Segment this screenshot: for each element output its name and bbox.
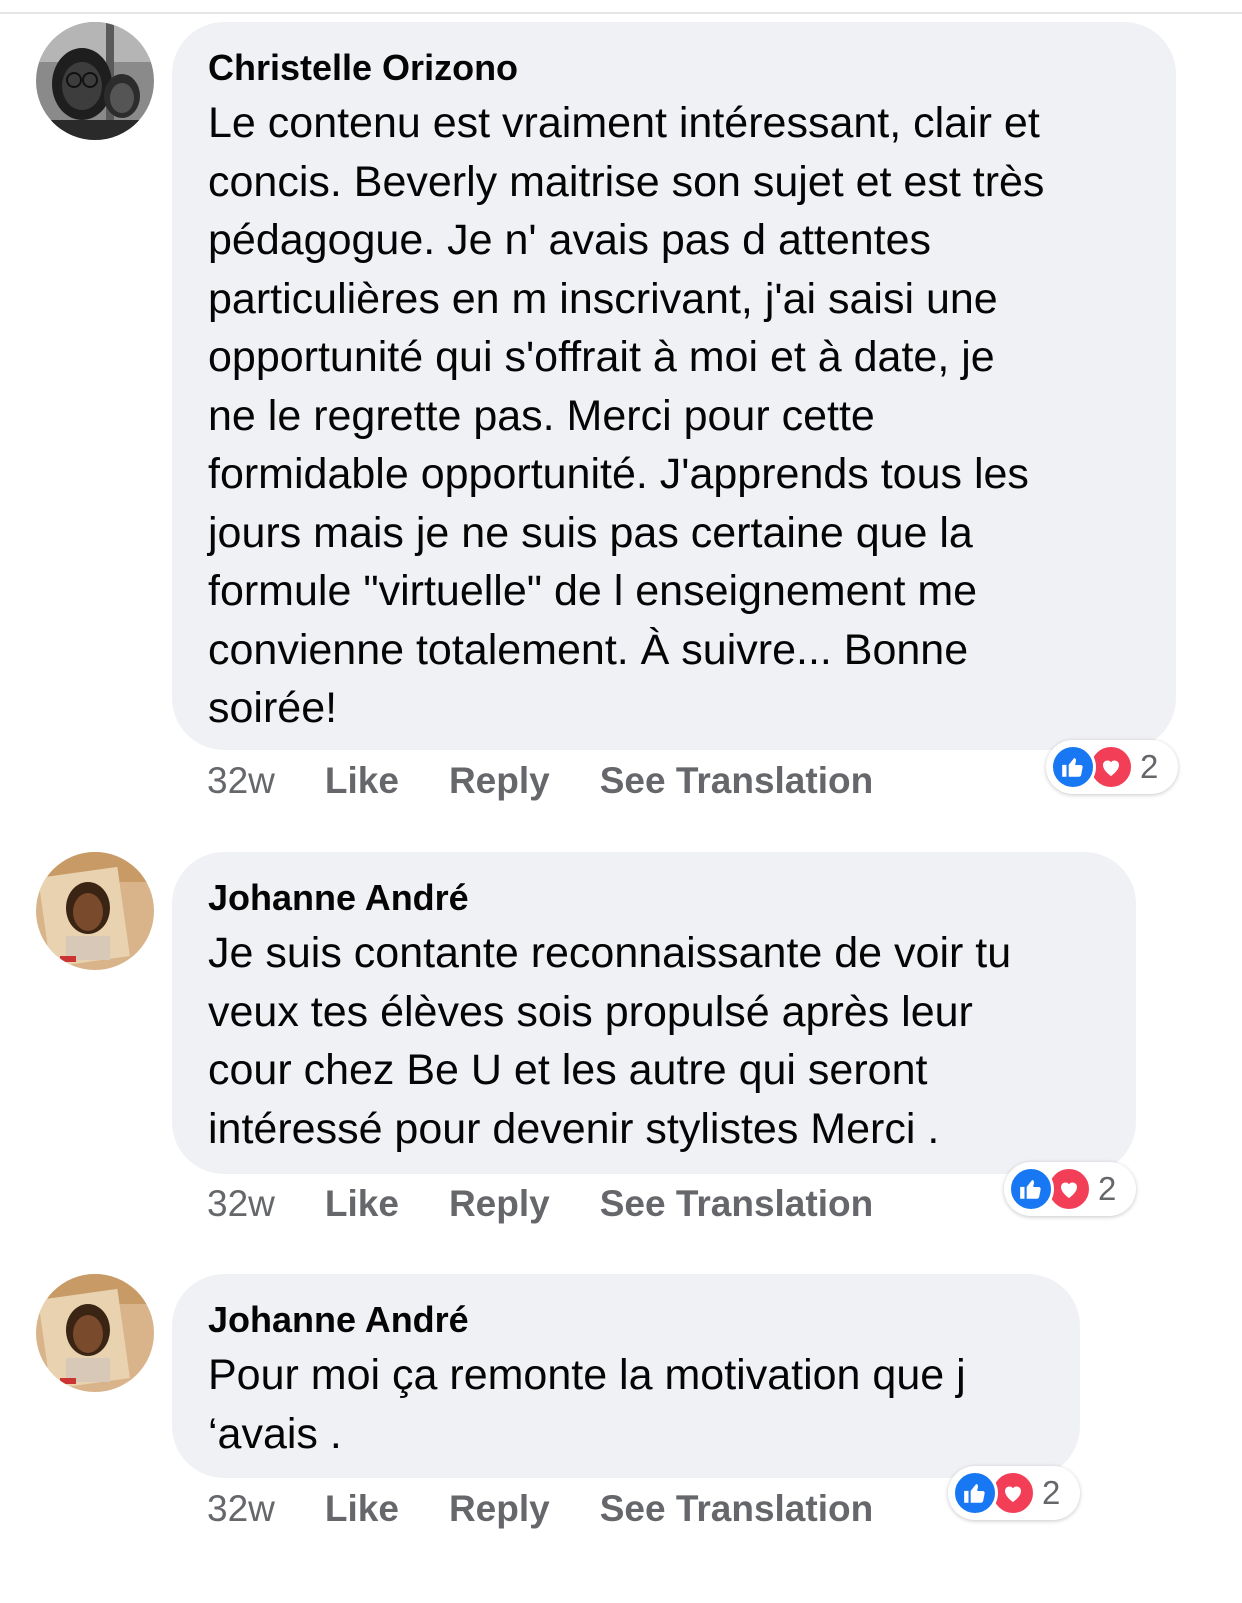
avatar[interactable] <box>36 1274 154 1392</box>
avatar[interactable] <box>36 22 154 140</box>
avatar[interactable] <box>36 852 154 970</box>
like-icon <box>952 1470 998 1516</box>
reply-button[interactable]: Reply <box>449 1183 550 1225</box>
comment-author[interactable]: Christelle Orizono <box>208 48 1146 88</box>
like-icon <box>1008 1166 1054 1212</box>
reaction-summary[interactable]: 2 <box>1004 1162 1136 1216</box>
comment-author[interactable]: Johanne André <box>208 1300 1050 1340</box>
reaction-count: 2 <box>1042 1474 1061 1511</box>
comment-actions: 32w Like Reply See Translation <box>207 1179 923 1229</box>
comment-text: Pour moi ça remonte la motivation que j … <box>208 1351 966 1458</box>
comment-author[interactable]: Johanne André <box>208 878 1106 918</box>
like-button[interactable]: Like <box>325 1183 399 1225</box>
reaction-summary[interactable]: 2 <box>948 1466 1080 1520</box>
like-icon <box>1050 744 1096 790</box>
see-translation-button[interactable]: See Translation <box>600 1488 874 1530</box>
comment-text: Le contenu est vraiment intéressant, cla… <box>208 99 1045 732</box>
top-divider <box>0 12 1242 14</box>
like-button[interactable]: Like <box>325 1488 399 1530</box>
comment-bubble: Johanne André Je suis contante reconnais… <box>172 852 1136 1174</box>
comment-timestamp[interactable]: 32w <box>207 1183 275 1225</box>
comment-actions: 32w Like Reply See Translation <box>207 756 923 806</box>
reaction-summary[interactable]: 2 <box>1046 740 1178 794</box>
reply-button[interactable]: Reply <box>449 1488 550 1530</box>
comment-timestamp[interactable]: 32w <box>207 1488 275 1530</box>
comment-bubble: Johanne André Pour moi ça remonte la mot… <box>172 1274 1080 1478</box>
comment-timestamp[interactable]: 32w <box>207 760 275 802</box>
reaction-count: 2 <box>1098 1170 1117 1207</box>
avatar-photo <box>36 22 154 140</box>
comment-actions: 32w Like Reply See Translation <box>207 1484 923 1534</box>
like-button[interactable]: Like <box>325 760 399 802</box>
reaction-count: 2 <box>1140 748 1159 785</box>
comment-bubble: Christelle Orizono Le contenu est vraime… <box>172 22 1176 750</box>
see-translation-button[interactable]: See Translation <box>600 1183 874 1225</box>
avatar-photo <box>36 1274 154 1392</box>
reply-button[interactable]: Reply <box>449 760 550 802</box>
see-translation-button[interactable]: See Translation <box>600 760 874 802</box>
comment-text: Je suis contante reconnaissante de voir … <box>208 929 1012 1153</box>
avatar-photo <box>36 852 154 970</box>
